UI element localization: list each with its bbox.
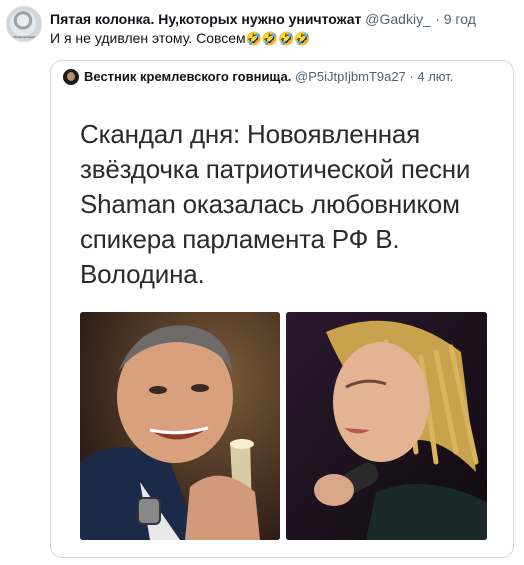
quoted-tweet-header: Вестник кремлевского говнища. @P5iJtpIjb…	[84, 68, 504, 86]
author-avatar[interactable]: "Пятая колонка"	[6, 6, 42, 42]
tweet-header: Пятая колонка. Ну,которых нужно уничтожа…	[50, 10, 520, 28]
author-handle[interactable]: @Gadkiy_k	[365, 10, 431, 28]
quoted-timestamp[interactable]: 4 лют.	[417, 69, 453, 84]
separator-dot: ·	[409, 69, 414, 84]
quoted-author-handle[interactable]: @P5iJtpIjbmT9a27	[295, 69, 406, 84]
photo-man-with-glass	[80, 312, 280, 540]
headline-text: Скандал дня: Новоявленная звёздочка патр…	[80, 119, 471, 289]
author-name[interactable]: Пятая колонка. Ну,которых нужно уничтожа…	[50, 10, 361, 28]
separator-dot: ·	[435, 11, 440, 27]
tweet-text-content: И я не удивлен этому. Совсем	[50, 30, 246, 46]
photo-singer-with-microphone	[286, 312, 487, 540]
tweet-text: И я не удивлен этому. Совсем🤣🤣🤣🤣	[50, 29, 518, 48]
quoted-author-avatar[interactable]	[63, 69, 79, 85]
quoted-media-card[interactable]: Скандал дня: Новоявленная звёздочка патр…	[52, 88, 512, 556]
avatar-caption: "Пятая колонка"	[12, 35, 36, 39]
tweet[interactable]: "Пятая колонка" Пятая колонка. Ну,которы…	[0, 0, 524, 565]
rofl-emoji-group: 🤣🤣🤣🤣	[245, 31, 311, 46]
tweet-timestamp[interactable]: 9 год	[444, 11, 476, 27]
avatar-emblem	[10, 10, 36, 36]
avatar-face	[67, 72, 75, 81]
quoted-tweet[interactable]: Вестник кремлевского говнища. @P5iJtpIjb…	[50, 60, 514, 558]
quoted-author-name[interactable]: Вестник кремлевского говнища.	[84, 69, 291, 84]
